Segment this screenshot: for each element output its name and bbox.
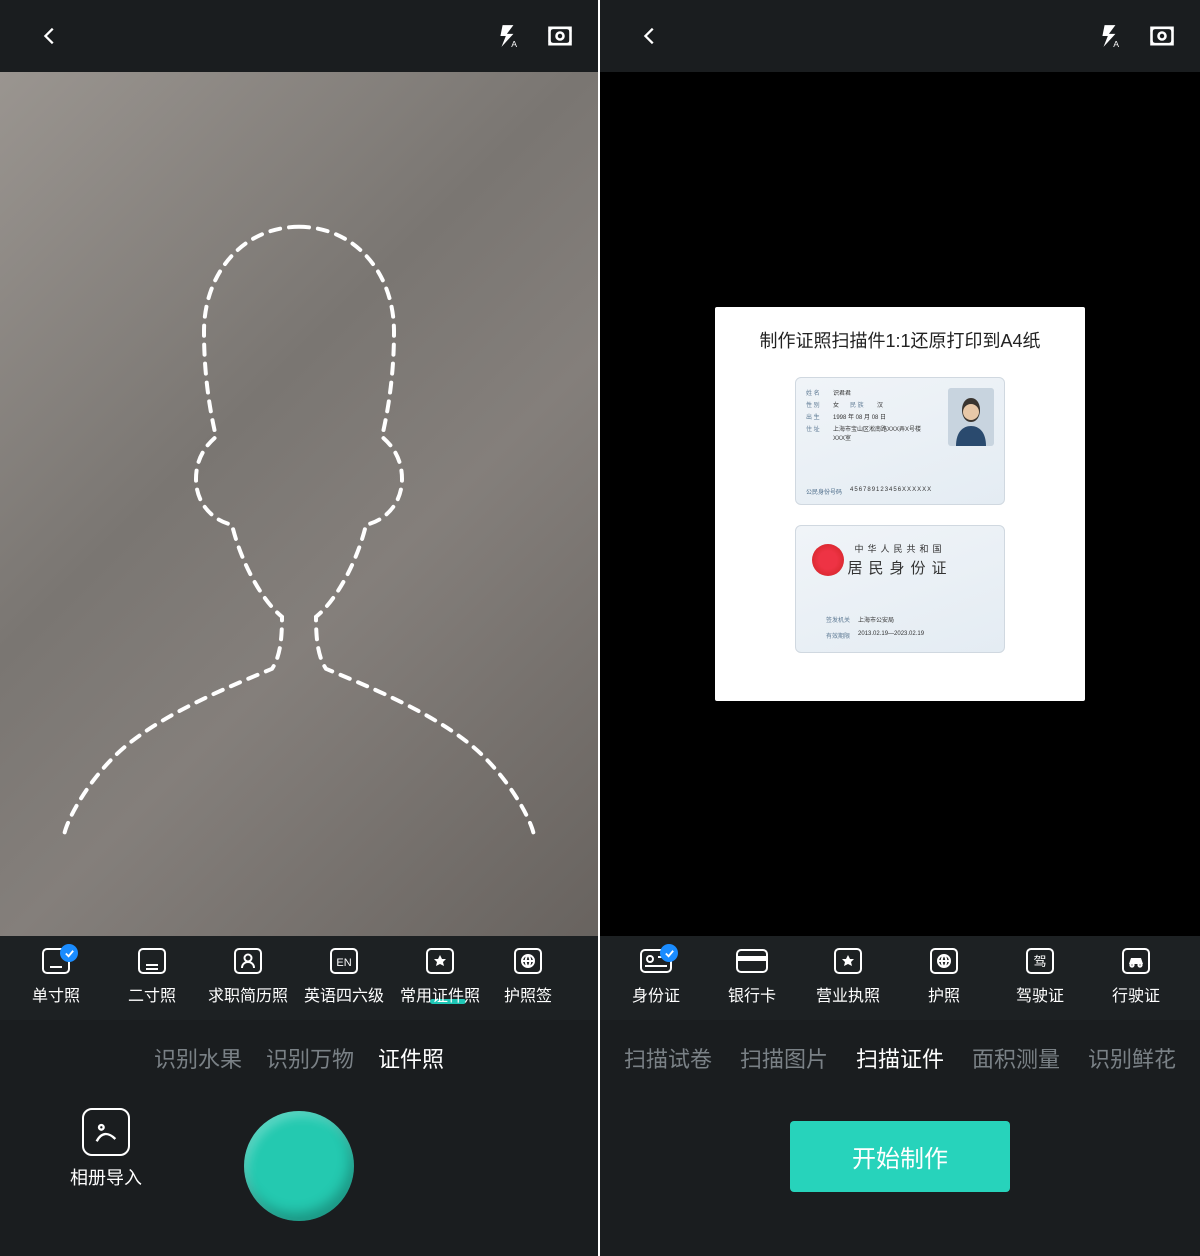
bankcard-icon <box>735 946 769 976</box>
size-tab-driver-license[interactable]: 驾 驾驶证 <box>992 946 1088 1006</box>
passport-doc-icon <box>927 946 961 976</box>
mode-tabs: 扫描试卷 扫描图片 扫描证件 面积测量 识别鲜花 <box>600 1020 1200 1086</box>
mode-tab-scan-id[interactable]: 扫描证件 <box>856 1042 944 1074</box>
shutter-button[interactable] <box>244 1111 354 1221</box>
id-preview-panel: 制作证照扫描件1:1还原打印到A4纸 姓 名识君君 性 别女民 族汉 出 生19… <box>715 307 1085 701</box>
size-tab-label: 银行卡 <box>728 982 776 1006</box>
size-tab-vehicle-license[interactable]: 行驶证 <box>1088 946 1184 1006</box>
mode-tab-scan-exam[interactable]: 扫描试卷 <box>624 1042 712 1074</box>
top-bar: A <box>600 0 1200 72</box>
silhouette-overlay <box>34 197 564 837</box>
back-button[interactable] <box>30 16 70 56</box>
screen-scan-id: A 制作证照扫描件1:1还原打印到A4纸 姓 名识君君 性 别女民 族汉 出 生… <box>600 0 1200 1256</box>
id-portrait <box>948 388 994 446</box>
size-tab-label: 求职简历照 <box>208 982 288 1006</box>
two-inch-icon <box>135 946 169 976</box>
id-card-front: 姓 名识君君 性 别女民 族汉 出 生1998 年 08 月 08 日 住 址上… <box>795 377 1005 505</box>
size-tabs: 单寸照 二寸照 求职简历照 EN 英语四六级 常用证件照 护照签 <box>0 936 598 1020</box>
size-tab-common-id[interactable]: 常用证件照 <box>392 946 488 1006</box>
mode-tabs: 识别水果 识别万物 证件照 <box>0 1020 598 1086</box>
size-tab-label: 营业执照 <box>816 982 880 1006</box>
vehicle-license-icon <box>1119 946 1153 976</box>
resume-icon <box>231 946 265 976</box>
size-tab-label: 常用证件照 <box>400 982 480 1006</box>
driver-license-icon: 驾 <box>1023 946 1057 976</box>
size-tabs: 身份证 银行卡 营业执照 护照 驾 驾驶证 行驶证 <box>600 936 1200 1020</box>
size-tab-one-inch[interactable]: 单寸照 <box>8 946 104 1006</box>
size-tab-label: 行驶证 <box>1112 982 1160 1006</box>
size-tab-bankcard[interactable]: 银行卡 <box>704 946 800 1006</box>
gallery-label: 相册导入 <box>70 1164 142 1190</box>
gallery-icon <box>82 1108 130 1156</box>
size-tab-en-exam[interactable]: EN 英语四六级 <box>296 946 392 1006</box>
capture-mode-icon[interactable] <box>1142 16 1182 56</box>
panel-title: 制作证照扫描件1:1还原打印到A4纸 <box>735 327 1065 353</box>
size-tab-label: 驾驶证 <box>1016 982 1064 1006</box>
en-exam-icon: EN <box>327 946 361 976</box>
mode-tab-fruit[interactable]: 识别水果 <box>154 1042 242 1074</box>
size-tab-business-license[interactable]: 营业执照 <box>800 946 896 1006</box>
passport-icon <box>511 946 545 976</box>
flash-icon[interactable]: A <box>488 16 528 56</box>
size-tab-passport[interactable]: 护照签 <box>488 946 568 1006</box>
camera-viewport <box>0 72 598 936</box>
bottom-area: 开始制作 <box>600 1086 1200 1256</box>
mode-tab-area-measure[interactable]: 面积测量 <box>972 1042 1060 1074</box>
mode-tab-everything[interactable]: 识别万物 <box>266 1042 354 1074</box>
license-icon <box>831 946 865 976</box>
svg-text:驾: 驾 <box>1033 954 1046 969</box>
size-tab-label: 单寸照 <box>32 982 80 1006</box>
start-make-button[interactable]: 开始制作 <box>790 1121 1010 1192</box>
back-button[interactable] <box>630 16 670 56</box>
size-tab-label: 护照签 <box>504 982 552 1006</box>
common-id-icon <box>423 946 457 976</box>
bottom-area: 相册导入 <box>0 1086 598 1256</box>
check-icon <box>60 944 78 962</box>
size-tab-passport-doc[interactable]: 护照 <box>896 946 992 1006</box>
svg-text:A: A <box>511 39 517 49</box>
top-bar: A <box>0 0 598 72</box>
size-tab-label: 身份证 <box>632 982 680 1006</box>
preview-viewport: 制作证照扫描件1:1还原打印到A4纸 姓 名识君君 性 别女民 族汉 出 生19… <box>600 72 1200 936</box>
svg-text:EN: EN <box>336 957 351 969</box>
svg-text:A: A <box>1113 39 1119 49</box>
mode-tab-recognize-flower[interactable]: 识别鲜花 <box>1088 1042 1176 1074</box>
flash-icon[interactable]: A <box>1090 16 1130 56</box>
size-tab-two-inch[interactable]: 二寸照 <box>104 946 200 1006</box>
size-tab-label: 二寸照 <box>128 982 176 1006</box>
capture-mode-icon[interactable] <box>540 16 580 56</box>
check-icon <box>660 944 678 962</box>
size-tab-idcard[interactable]: 身份证 <box>608 946 704 1006</box>
mode-tab-idphoto[interactable]: 证件照 <box>378 1042 444 1074</box>
screen-id-photo: A 单寸照 二寸照 求职简历照 EN 英语四六级 <box>0 0 600 1256</box>
gallery-import-button[interactable]: 相册导入 <box>70 1108 142 1190</box>
size-tab-label: 英语四六级 <box>304 982 384 1006</box>
mode-tab-scan-image[interactable]: 扫描图片 <box>740 1042 828 1074</box>
size-tab-resume[interactable]: 求职简历照 <box>200 946 296 1006</box>
emblem-icon <box>812 544 844 576</box>
id-card-back: 中华人民共和国 居民身份证 签发机关上海市公安局 有效期限2013.02.19—… <box>795 525 1005 653</box>
size-tab-label: 护照 <box>928 982 960 1006</box>
